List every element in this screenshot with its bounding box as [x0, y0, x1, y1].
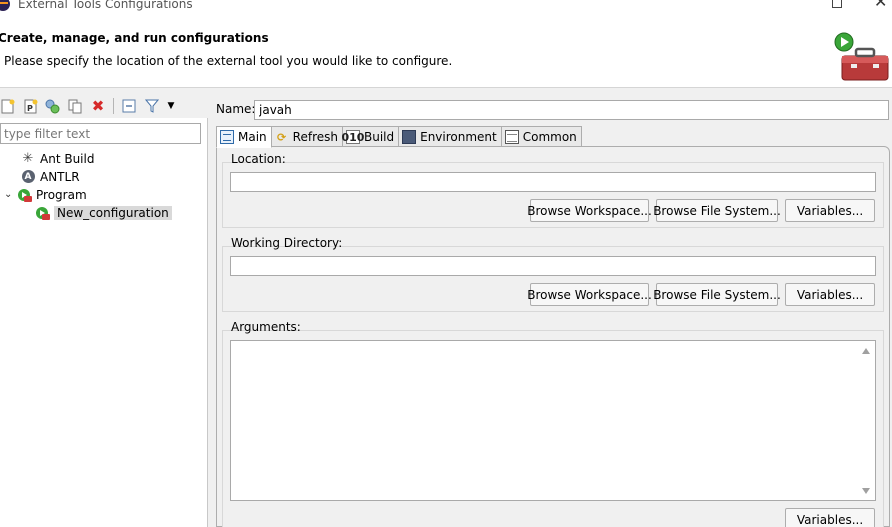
tab-label: Build — [363, 130, 395, 144]
refresh-icon: ⟳ — [277, 130, 287, 144]
maximize-icon[interactable] — [832, 0, 842, 8]
tab-bar: Main ⟳ Refresh 010 Build Environment Com… — [216, 126, 582, 148]
working-directory-field[interactable] — [230, 256, 876, 276]
window-title-bar: External Tools Configurations ✕ — [0, 0, 892, 14]
delete-icon[interactable]: ✖ — [90, 98, 106, 114]
arguments-variables-button[interactable]: Variables... — [785, 508, 875, 527]
header-message: Please specify the location of the exter… — [4, 54, 453, 68]
duplicate-icon[interactable] — [67, 98, 83, 114]
tree-item-label: ANTLR — [40, 169, 80, 184]
tree-item-label: Program — [36, 187, 87, 202]
scroll-up-icon[interactable] — [862, 348, 870, 354]
tree-item-new-configuration[interactable]: New_configuration — [22, 204, 172, 221]
scroll-down-icon[interactable] — [862, 488, 870, 494]
new-prototype-icon[interactable]: P — [23, 98, 39, 114]
environment-icon — [402, 130, 417, 144]
antlr-icon: A — [20, 169, 36, 185]
tab-common[interactable]: Common — [500, 126, 582, 147]
tab-label: Refresh — [292, 130, 338, 144]
toolbox-run-icon — [834, 32, 889, 81]
working-directory-browse-file-system-button[interactable]: Browse File System... — [653, 283, 781, 306]
arguments-label: Arguments: — [231, 320, 301, 334]
location-field[interactable] — [230, 172, 876, 192]
location-label: Location: — [231, 152, 286, 166]
program-config-icon — [34, 205, 50, 221]
name-label: Name: — [216, 102, 256, 116]
close-icon[interactable]: ✕ — [874, 0, 887, 10]
working-directory-browse-workspace-button[interactable]: Browse Workspace... — [527, 283, 652, 306]
tab-label: Main — [238, 130, 267, 144]
working-directory-label: Working Directory: — [231, 236, 343, 250]
arguments-scrollbar[interactable] — [858, 341, 875, 500]
tab-label: Environment — [420, 130, 497, 144]
chevron-down-icon[interactable]: ⌄ — [4, 189, 16, 200]
location-browse-workspace-button[interactable]: Browse Workspace... — [527, 199, 652, 222]
header-banner: Create, manage, and run configurations P… — [0, 14, 892, 88]
configuration-toolbar: P ✖ ▼ — [0, 92, 208, 118]
location-variables-button[interactable]: Variables... — [785, 199, 875, 222]
arguments-textarea[interactable] — [231, 341, 859, 500]
new-configuration-icon[interactable] — [0, 98, 16, 114]
location-browse-file-system-button[interactable]: Browse File System... — [653, 199, 781, 222]
tab-environment[interactable]: Environment — [398, 126, 502, 147]
tree-item-label: New_configuration — [54, 205, 172, 220]
common-icon — [504, 130, 519, 144]
page-title: Create, manage, and run configurations — [0, 31, 269, 45]
export-icon[interactable] — [44, 98, 60, 114]
svg-text:P: P — [27, 104, 33, 113]
configuration-list-pane: P ✖ ▼ ✳ Ant Build A ANTLR ⌄ Program — [0, 92, 208, 527]
filter-input[interactable] — [0, 123, 201, 144]
tab-main[interactable]: Main — [216, 126, 272, 148]
eclipse-app-icon — [0, 0, 10, 11]
tab-build[interactable]: 010 Build — [341, 126, 400, 147]
tab-refresh[interactable]: ⟳ Refresh — [270, 126, 343, 147]
tree-item-label: Ant Build — [40, 151, 95, 166]
arguments-textarea-frame — [230, 340, 876, 501]
toolbar-separator — [113, 98, 114, 114]
collapse-all-icon[interactable] — [121, 98, 137, 114]
ant-icon: ✳ — [22, 151, 34, 166]
tab-label: Common — [522, 130, 577, 144]
filter-icon[interactable] — [144, 98, 160, 114]
tree-item-program[interactable]: ⌄ Program — [4, 186, 87, 203]
program-icon — [16, 187, 32, 203]
build-icon: 010 — [341, 130, 365, 144]
window-title: External Tools Configurations — [18, 0, 193, 11]
main-tab-icon — [220, 130, 234, 144]
tree-item-antlr[interactable]: A ANTLR — [8, 168, 80, 185]
tree-item-ant-build[interactable]: ✳ Ant Build — [8, 150, 95, 167]
view-menu-icon[interactable]: ▼ — [163, 98, 179, 114]
working-directory-variables-button[interactable]: Variables... — [785, 283, 875, 306]
name-field[interactable] — [254, 100, 889, 120]
